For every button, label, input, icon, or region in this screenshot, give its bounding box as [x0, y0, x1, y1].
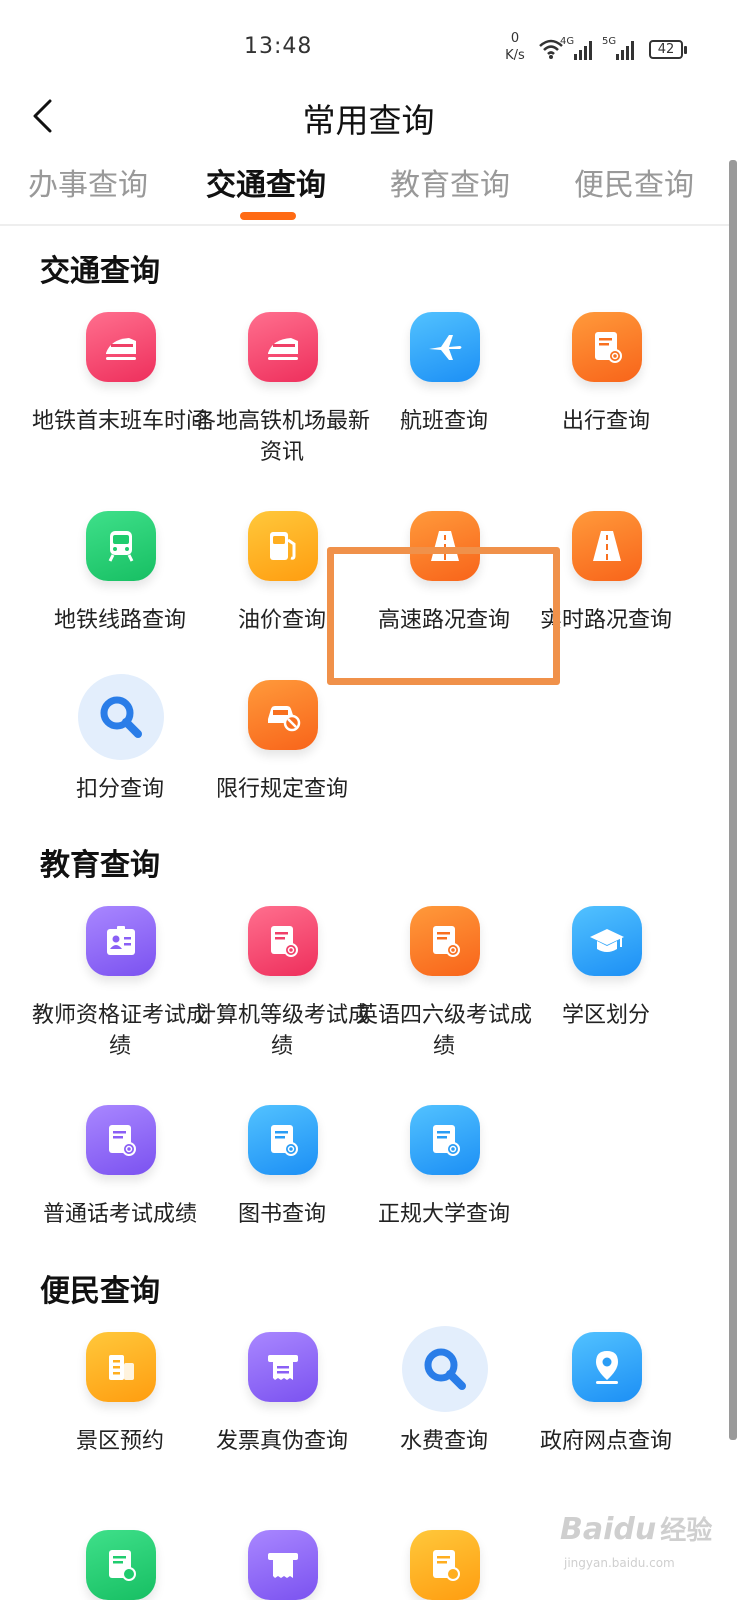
graduation-cap-icon [572, 906, 642, 976]
grid-item-label: 普通话考试成绩 [42, 1202, 197, 1227]
baidu-jingyan-watermark: Baidu 经验 jingyan.baidu.com [560, 1510, 730, 1595]
document-search-icon [248, 906, 318, 976]
page-title: 常用查询 [302, 101, 435, 140]
document-search-icon [86, 1105, 156, 1175]
grid-item-label: 发票真伪查询 [215, 1429, 348, 1454]
tab-convenience[interactable]: 便民查询 [574, 160, 694, 204]
grid-item-label: 图书查询 [237, 1202, 326, 1227]
receipt-icon [248, 1332, 318, 1402]
grid-item-label: 正规大学查询 [377, 1202, 510, 1227]
battery-tip [684, 46, 687, 54]
status-time: 13:48 [244, 34, 313, 59]
grid-item-label: 扣分查询 [75, 777, 164, 802]
section-title-traffic: 交通查询 [40, 254, 160, 289]
scrollbar[interactable] [729, 160, 737, 1440]
grid-item-label: 限行规定查询 [215, 777, 348, 802]
document-search-icon [248, 1105, 318, 1175]
document-search-icon [572, 312, 642, 382]
document-search-icon [410, 906, 480, 976]
app-header: 常用查询 [0, 86, 737, 146]
airplane-icon [410, 312, 480, 382]
magnifier-icon [78, 674, 164, 760]
grid-item-label: 教师资格证考试成绩 [31, 1003, 208, 1059]
status-bar: 13:48 0 K/s 4G 5G 42 [0, 0, 737, 96]
grid-item-label: 英语四六级考试成绩 [355, 1003, 532, 1059]
subway-icon [86, 511, 156, 581]
section-title-convenience: 便民查询 [40, 1274, 160, 1309]
tab-traffic[interactable]: 交通查询 [206, 160, 326, 204]
tab-banshi[interactable]: 办事查询 [28, 160, 148, 204]
grid-item-label: 地铁线路查询 [53, 608, 186, 633]
active-tab-indicator [240, 212, 296, 220]
grid-item-label: 政府网点查询 [539, 1429, 672, 1454]
document-search-icon[interactable] [410, 1530, 480, 1600]
id-card-icon [86, 906, 156, 976]
fuel-pump-icon [248, 511, 318, 581]
grid-item-label: 学区划分 [561, 1003, 650, 1028]
network-speed: 0 K/s [505, 31, 525, 63]
road-icon [572, 511, 642, 581]
train-icon [248, 312, 318, 382]
magnifier-icon [402, 1326, 488, 1412]
section-title-education: 教育查询 [40, 848, 160, 883]
receipt-icon[interactable] [248, 1530, 318, 1600]
watermark-url: jingyan.baidu.com [564, 1556, 675, 1570]
location-pin-icon [572, 1332, 642, 1402]
car-restricted-icon [248, 680, 318, 750]
document-search-icon[interactable] [86, 1530, 156, 1600]
watermark-brand: Baidu 经验 [560, 1512, 713, 1547]
grid-item-label: 出行查询 [561, 409, 650, 434]
grid-item-label: 地铁首末班车时间 [31, 409, 208, 434]
grid-item-label: 各地高铁机场最新资讯 [193, 409, 370, 465]
tab-education[interactable]: 教育查询 [390, 160, 510, 204]
battery-indicator: 42 [649, 40, 683, 59]
category-tabs: 办事查询 交通查询 教育查询 便民查询 [0, 150, 737, 226]
grid-item-label: 计算机等级考试成绩 [193, 1003, 370, 1059]
building-icon [86, 1332, 156, 1402]
train-icon [86, 312, 156, 382]
highlight-box [327, 547, 560, 685]
grid-item-label: 航班查询 [399, 409, 488, 434]
document-search-icon [410, 1105, 480, 1175]
grid-item-label: 景区预约 [75, 1429, 164, 1454]
grid-item-label: 水费查询 [399, 1429, 488, 1454]
